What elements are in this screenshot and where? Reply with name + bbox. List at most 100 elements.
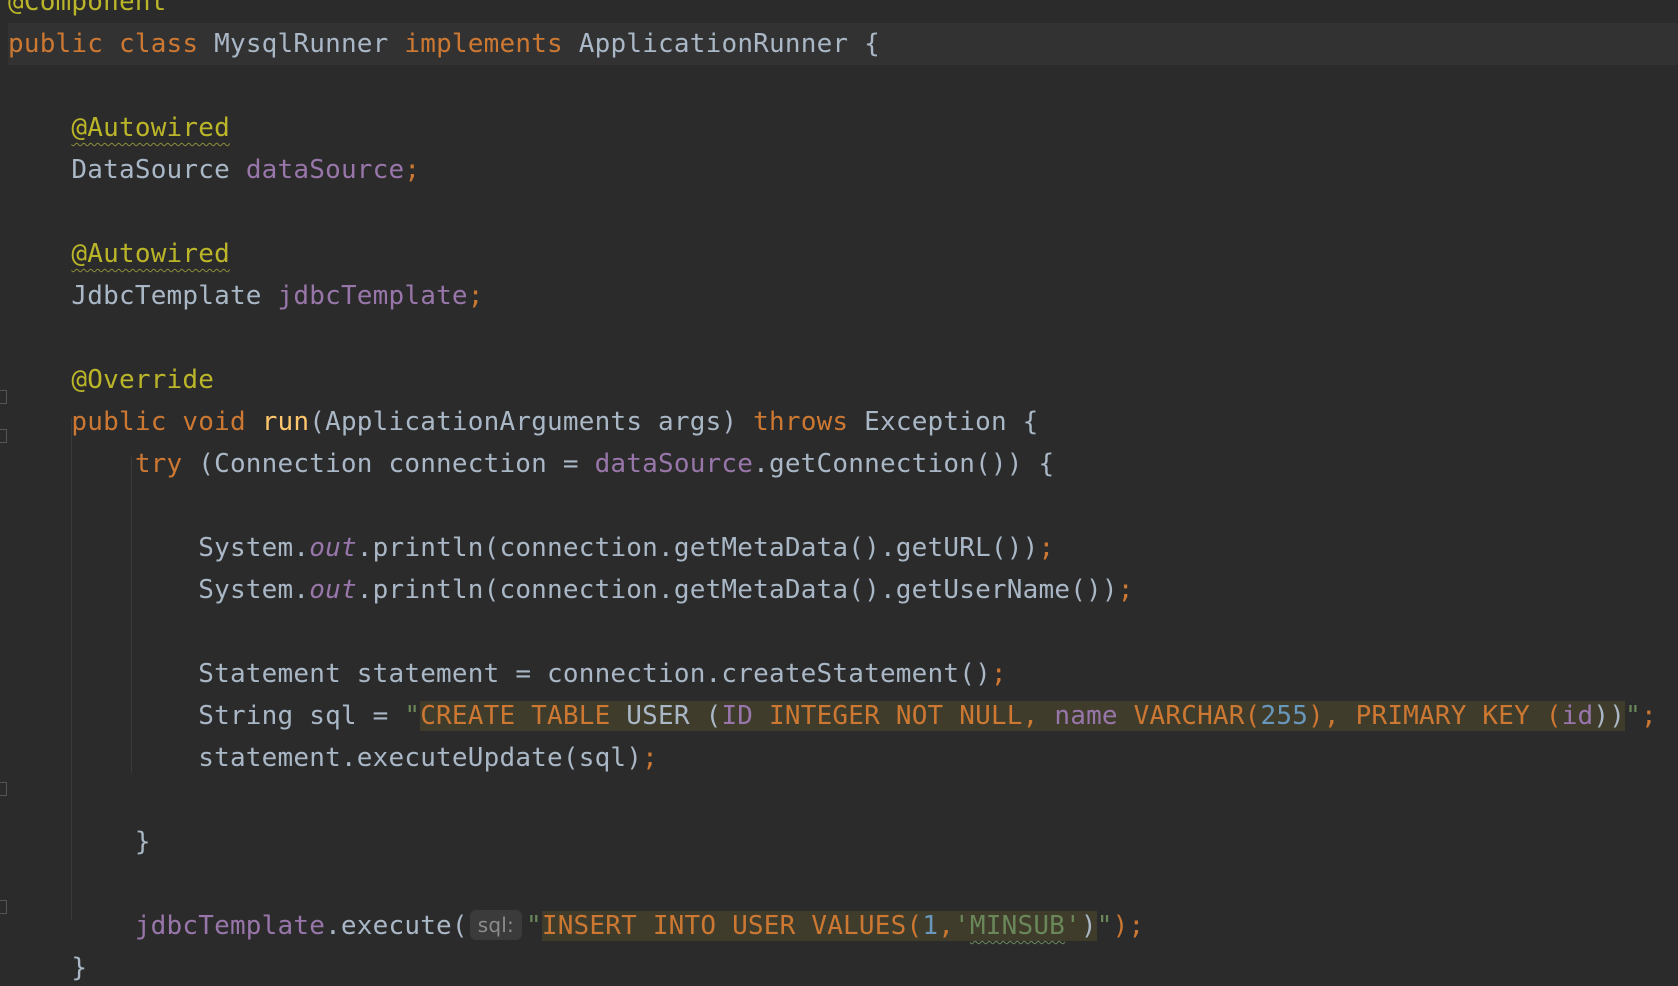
code-line[interactable]: try (Connection connection = dataSource.…: [8, 443, 1678, 485]
fold-icon[interactable]: [0, 782, 7, 796]
code-line[interactable]: statement.executeUpdate(sql);: [8, 737, 1678, 779]
string-quote: ": [1625, 701, 1641, 731]
sql-comma: ,: [938, 911, 955, 941]
code-line[interactable]: System.out.println(connection.getMetaDat…: [8, 569, 1678, 611]
sql-keyword: CREATE TABLE: [420, 701, 611, 731]
code-line[interactable]: [8, 611, 1678, 653]
code-text: Statement statement = connection.createS…: [198, 659, 991, 689]
statement-end: );: [1112, 911, 1145, 941]
semicolon: ;: [1117, 575, 1134, 605]
code-line[interactable]: String sql = "CREATE TABLE USER (ID INTE…: [8, 695, 1678, 737]
sql-number: 1: [922, 911, 939, 941]
semicolon: ;: [1641, 701, 1657, 731]
string-quote: ": [1096, 911, 1113, 941]
exception-clause: Exception {: [848, 407, 1039, 437]
sql-keyword: VARCHAR(: [1117, 701, 1261, 731]
code-line[interactable]: [8, 191, 1678, 233]
code-line[interactable]: [8, 317, 1678, 359]
code-line[interactable]: jdbcTemplate.execute(sql: "INSERT INTO US…: [8, 905, 1678, 947]
code-line[interactable]: }: [8, 821, 1678, 863]
keyword: void: [182, 407, 246, 437]
fold-icon[interactable]: [0, 390, 7, 404]
annotation: @Autowired: [71, 239, 230, 269]
code-text: (Connection connection =: [182, 449, 595, 479]
code-text: .getConnection()) {: [753, 449, 1055, 479]
static-field: out: [309, 533, 357, 563]
code-lines[interactable]: @Component public class MysqlRunner impl…: [8, 0, 1678, 986]
code-text: String sql =: [198, 701, 405, 731]
code-line[interactable]: @Component: [8, 0, 1678, 23]
code-text: .println(connection.getMetaData().getURL…: [356, 533, 1039, 563]
sql-quote: ': [954, 911, 970, 941]
code-line[interactable]: [8, 65, 1678, 107]
code-line[interactable]: @Autowired: [8, 233, 1678, 275]
semicolon: ;: [990, 659, 1007, 689]
code-line[interactable]: [8, 863, 1678, 905]
sql-string: MINSUB: [969, 911, 1066, 941]
code-line[interactable]: public void run(ApplicationArguments arg…: [8, 401, 1678, 443]
code-line[interactable]: @Override: [8, 359, 1678, 401]
static-field: out: [309, 575, 357, 605]
class-name: MysqlRunner: [214, 29, 389, 59]
sql-paren: (: [705, 701, 722, 731]
sql-keyword: ), PRIMARY KEY (: [1308, 701, 1562, 731]
code-line[interactable]: }: [8, 947, 1678, 986]
code-editor[interactable]: @Component public class MysqlRunner impl…: [0, 0, 1678, 986]
code-line[interactable]: [8, 779, 1678, 821]
fold-icon[interactable]: [0, 900, 7, 914]
code-line[interactable]: [8, 485, 1678, 527]
parameters: (ApplicationArguments args): [309, 407, 738, 437]
field-name: dataSource: [594, 449, 754, 479]
string-quote: ": [404, 701, 421, 731]
sql-paren: )): [1593, 701, 1626, 731]
keyword: throws: [753, 407, 849, 437]
sql-column: name: [1054, 701, 1118, 731]
code-line[interactable]: DataSource dataSource;: [8, 149, 1678, 191]
class-ref: System.: [198, 533, 310, 563]
field-name: jdbcTemplate: [134, 911, 326, 941]
code-line-current[interactable]: public class MysqlRunner implements Appl…: [8, 23, 1678, 65]
sql-keyword: INSERT INTO USER VALUES(: [541, 911, 923, 941]
sql-injection: INSERT INTO USER VALUES(1,'MINSUB'): [541, 911, 1097, 941]
sql-quote: ': [1065, 911, 1081, 941]
code-line[interactable]: Statement statement = connection.createS…: [8, 653, 1678, 695]
string-quote: ": [525, 911, 542, 941]
sql-keyword: INTEGER NOT NULL,: [753, 701, 1055, 731]
fold-icon[interactable]: [0, 429, 7, 443]
annotation: @Autowired: [71, 113, 230, 143]
code-line[interactable]: System.out.println(connection.getMetaDat…: [8, 527, 1678, 569]
code-text: .println(connection.getMetaData().getUse…: [356, 575, 1118, 605]
field-name: jdbcTemplate: [277, 281, 468, 311]
code-line[interactable]: JdbcTemplate jdbcTemplate;: [8, 275, 1678, 317]
code-line[interactable]: @Autowired: [8, 107, 1678, 149]
sql-column: ID: [721, 701, 754, 731]
semicolon: ;: [1038, 533, 1055, 563]
sql-paren: ): [1080, 911, 1097, 941]
parameter-hint: sql:: [469, 910, 522, 940]
keyword: public: [71, 407, 167, 437]
sql-number: 255: [1260, 701, 1309, 731]
sql-injection: CREATE TABLE USER (ID INTEGER NOT NULL, …: [420, 701, 1626, 731]
brace: {: [848, 29, 881, 59]
